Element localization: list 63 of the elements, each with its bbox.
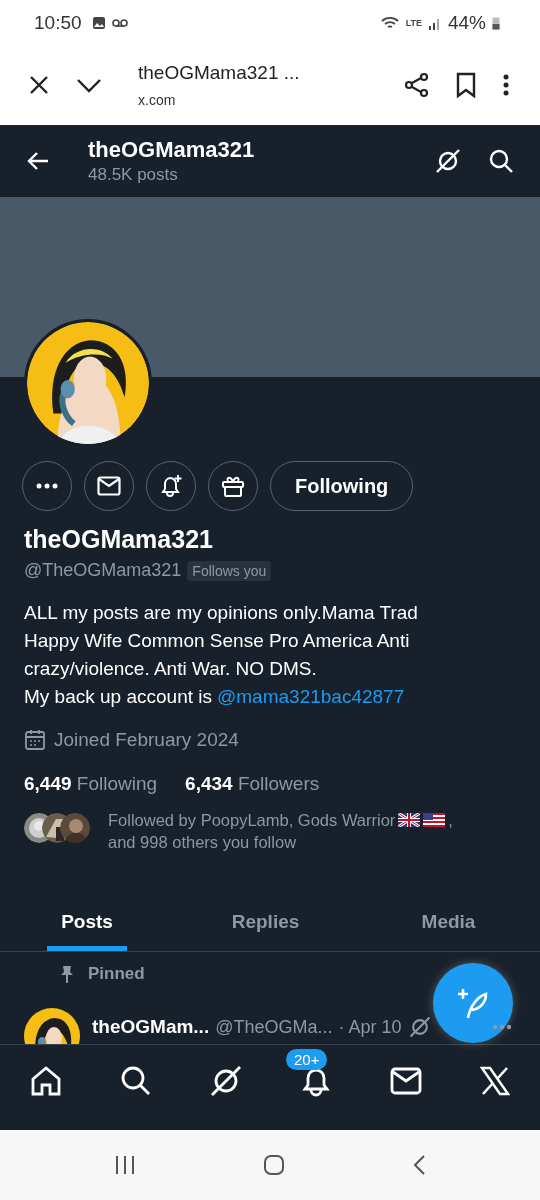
followed-by-text: and 998 others you follow bbox=[108, 832, 298, 853]
recent-apps-icon[interactable] bbox=[113, 1155, 136, 1175]
notification-badge: 20+ bbox=[286, 1049, 328, 1070]
battery-icon bbox=[492, 15, 500, 30]
envelope-icon[interactable] bbox=[390, 1067, 422, 1095]
voicemail-icon bbox=[111, 17, 128, 28]
following-count-link[interactable]: 6,449 Following bbox=[24, 773, 158, 795]
joined-date: Joined February 2024 bbox=[54, 729, 239, 751]
more-icon bbox=[36, 483, 58, 489]
followers-count-link[interactable]: 6,434 Followers bbox=[185, 773, 320, 795]
notify-button[interactable] bbox=[146, 461, 196, 511]
grok-icon[interactable] bbox=[434, 147, 462, 175]
message-button[interactable] bbox=[84, 461, 134, 511]
profile-name: theOGMama321 bbox=[24, 525, 214, 554]
page-url: x.com bbox=[138, 92, 177, 108]
profile-handle: @TheOGMama321 bbox=[24, 560, 182, 581]
more-vertical-icon[interactable] bbox=[502, 73, 510, 97]
grok-icon[interactable] bbox=[407, 1015, 432, 1039]
pinned-label: Pinned bbox=[88, 964, 145, 984]
close-icon[interactable] bbox=[28, 74, 50, 96]
more-button[interactable] bbox=[22, 461, 72, 511]
page-title: theOGMama321 ... bbox=[138, 62, 301, 84]
post-count: 48.5K posts bbox=[88, 165, 179, 185]
profile-tab[interactable]: Media bbox=[357, 893, 540, 951]
chevron-down-icon[interactable] bbox=[76, 77, 102, 93]
battery-percent: 44% bbox=[447, 11, 486, 34]
x-logo-icon[interactable] bbox=[480, 1066, 510, 1096]
account-link[interactable]: @mama321bac42877 bbox=[217, 686, 405, 707]
share-icon[interactable] bbox=[404, 72, 430, 98]
gallery-icon bbox=[91, 15, 106, 30]
us-flag-icon bbox=[423, 813, 446, 827]
post-handle: @TheOGMa... bbox=[215, 1016, 333, 1038]
bookmark-icon[interactable] bbox=[456, 72, 476, 98]
search-icon[interactable] bbox=[120, 1065, 152, 1097]
wifi-icon bbox=[379, 14, 400, 31]
back-icon[interactable] bbox=[412, 1154, 427, 1176]
compose-button[interactable] bbox=[433, 963, 513, 1043]
status-time: 10:50 bbox=[34, 11, 82, 34]
search-icon[interactable] bbox=[488, 148, 514, 174]
bio-text: My back up account is bbox=[24, 686, 212, 707]
home-icon[interactable] bbox=[30, 1065, 62, 1097]
followed-by-text: Followed by PoopyLamb, Gods Warrior bbox=[108, 810, 396, 831]
network-label: LTE bbox=[405, 17, 422, 28]
bio-text: ALL my posts are my opinions only.Mama Trad Happy Wife Common Sense Pro America Anti crazy/violence. Anti War. NO DMS. bbox=[24, 601, 419, 681]
gift-button[interactable] bbox=[208, 461, 258, 511]
follows-you-badge: Follows you bbox=[187, 560, 272, 581]
uk-flag-icon bbox=[398, 813, 421, 827]
profile-tab[interactable]: Replies bbox=[174, 893, 357, 951]
followed-by-text: , bbox=[448, 810, 453, 831]
header-name: theOGMama321 bbox=[88, 137, 256, 163]
grok-icon[interactable] bbox=[210, 1065, 242, 1097]
profile-tab[interactable]: Posts bbox=[47, 893, 127, 951]
bell-plus-icon bbox=[159, 474, 183, 498]
following-button[interactable]: Following bbox=[270, 461, 414, 511]
more-icon[interactable] bbox=[492, 1024, 512, 1030]
calendar-icon bbox=[24, 729, 46, 751]
pin-icon bbox=[60, 965, 74, 983]
back-arrow-icon[interactable] bbox=[26, 151, 50, 171]
gift-icon bbox=[221, 474, 245, 498]
post-date: · Apr 10 bbox=[338, 1016, 402, 1038]
feather-plus-icon bbox=[456, 986, 490, 1020]
envelope-icon bbox=[97, 476, 121, 496]
post-author: theOGMam... bbox=[92, 1016, 210, 1038]
